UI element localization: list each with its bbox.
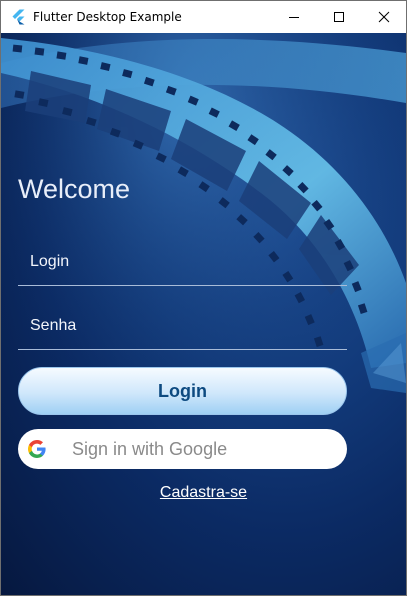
google-signin-button[interactable]: Sign in with Google (18, 429, 347, 469)
login-button[interactable]: Login (18, 367, 347, 415)
google-logo-icon (28, 440, 46, 458)
password-field[interactable] (18, 303, 347, 350)
minimize-icon (288, 17, 299, 18)
flutter-logo-icon (12, 9, 25, 25)
welcome-heading: Welcome (18, 174, 131, 204)
minimize-button[interactable] (271, 1, 316, 33)
window-title: Flutter Desktop Example (33, 10, 182, 24)
maximize-button[interactable] (316, 1, 361, 33)
login-field[interactable] (18, 239, 347, 286)
maximize-icon (333, 12, 344, 22)
close-icon (378, 11, 389, 23)
title-bar[interactable]: Flutter Desktop Example (1, 1, 406, 33)
password-input[interactable] (18, 303, 347, 349)
google-signin-label: Sign in with Google (72, 439, 228, 459)
signup-link[interactable]: Cadastra-se (1, 484, 406, 502)
login-screen: Welcome Login Sign in with Google Cadast… (1, 33, 406, 595)
close-button[interactable] (361, 1, 406, 33)
app-window: Flutter Desktop Example Welcome Login Lo… (0, 0, 407, 596)
login-input[interactable] (18, 239, 347, 285)
